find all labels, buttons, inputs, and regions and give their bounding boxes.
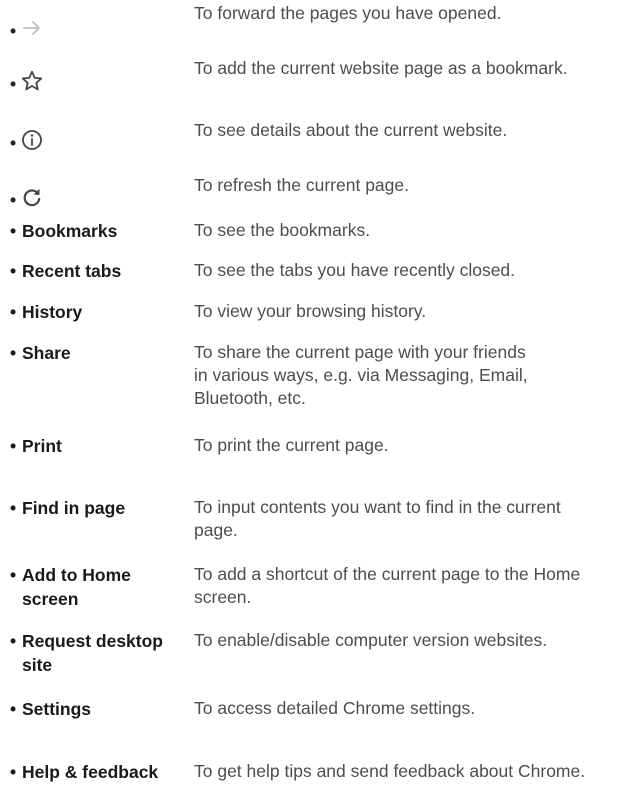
term-label: Request desktop [22,631,163,651]
item-description: To see the tabs you have recently closed… [194,260,516,280]
term-label: Print [22,436,62,456]
term: • Bookmarks [10,219,117,243]
term-label: Share [22,343,71,363]
item-description: To enable/disable computer version websi… [194,630,548,650]
bullet: • [10,436,17,456]
term-label-continued: site [22,655,53,675]
term-label-continued: screen [22,589,79,609]
refresh-icon [23,188,41,207]
term: • Request desktop site [10,629,163,677]
term: • Share [10,341,71,365]
bullet: • [10,221,17,241]
item-description: To print the current page. [194,435,389,455]
term-label: Bookmarks [22,221,118,241]
item-description: To add the current website page as a boo… [194,58,568,78]
bullet: • [10,631,17,651]
term-label: Find in page [22,498,126,518]
forward-arrow-icon [23,21,40,35]
term-label: Add to Home [22,565,131,585]
term: • [10,63,44,93]
term: • Recent tabs [10,259,121,283]
bullet: • [10,565,17,585]
bullet: • [10,762,17,782]
term-label: Help & feedback [22,762,159,782]
term-label: Recent tabs [22,261,122,281]
item-description: To share the current page with your frie… [194,342,528,408]
term: • [10,10,44,40]
item-description: To forward the pages you have opened. [194,3,502,23]
bullet: • [10,261,17,281]
item-description: To get help tips and send feedback about… [194,761,586,781]
item-description: To see the bookmarks. [194,220,371,240]
bullet: • [10,699,17,719]
star-icon [21,70,43,91]
term: • Help & feedback [10,760,158,784]
term: • History [10,300,82,324]
item-description: To add a shortcut of the current page to… [194,564,581,607]
item-description: To view your browsing history. [194,301,427,321]
item-description: To see details about the current website… [194,120,508,140]
item-description: To refresh the current page. [194,175,409,195]
term: • Add to Home screen [10,563,131,611]
term: • Print [10,434,62,458]
term-label: History [22,302,83,322]
term: • [10,122,44,152]
item-description: To input contents you want to find in th… [194,497,561,540]
bullet: • [10,302,17,322]
info-icon [22,130,42,150]
term: • Settings [10,697,91,721]
term-label: Settings [22,699,92,719]
term: • [10,179,44,209]
bullet: • [10,343,17,363]
item-description: To access detailed Chrome settings. [194,698,476,718]
term: • Find in page [10,496,125,520]
bullet: • [10,498,17,518]
